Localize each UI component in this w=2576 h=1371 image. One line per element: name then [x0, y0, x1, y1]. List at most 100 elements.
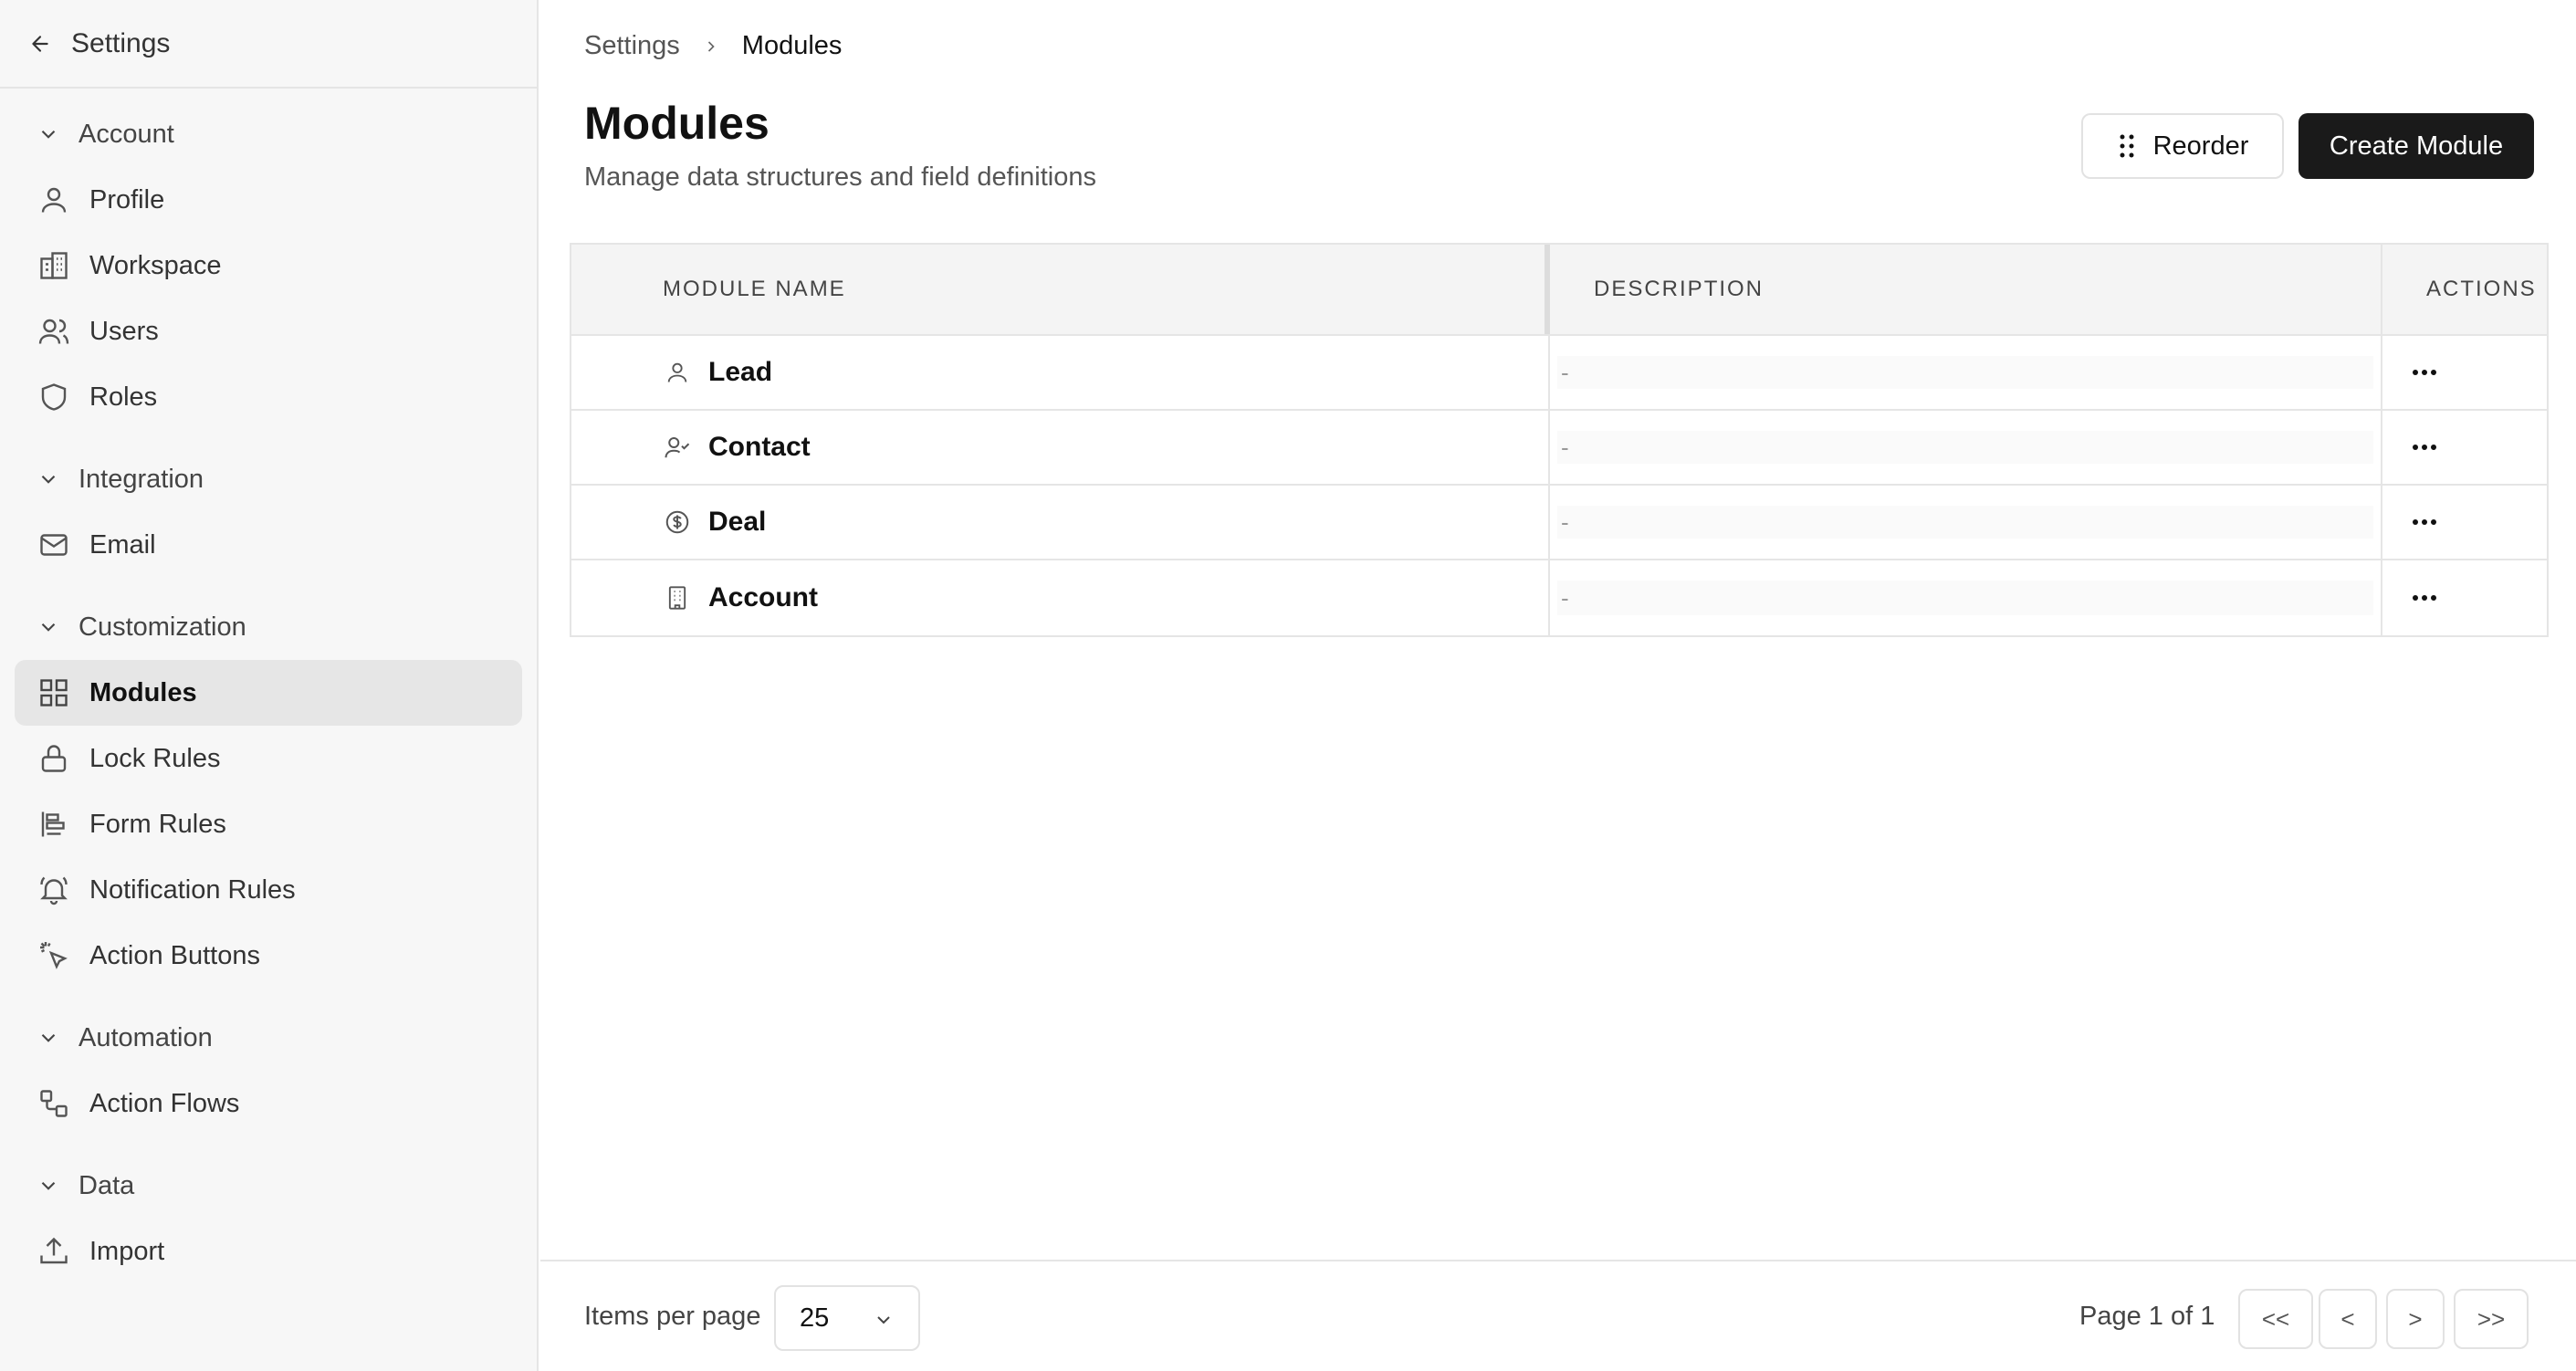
bell-icon — [37, 873, 71, 907]
more-horizontal-icon[interactable] — [2408, 438, 2441, 456]
column-header-module-name[interactable]: MODULE NAME — [571, 245, 1550, 334]
module-name-cell[interactable]: Account — [571, 560, 1550, 635]
lock-icon — [37, 741, 71, 776]
section-customization[interactable]: Customization — [0, 594, 537, 660]
items-per-page-label: Items per page — [584, 1302, 761, 1331]
sidebar-item-label: Modules — [89, 677, 197, 707]
last-page-button[interactable]: >> — [2454, 1289, 2529, 1349]
sidebar-item-lock-rules[interactable]: Lock Rules — [15, 726, 522, 791]
main-content: Settings Modules Modules Manage data str… — [540, 0, 2576, 1371]
chevron-down-icon — [877, 1316, 890, 1324]
chevron-down-icon — [41, 1181, 56, 1190]
page-info: Page 1 of 1 — [2079, 1302, 2215, 1331]
sidebar-item-profile[interactable]: Profile — [15, 167, 522, 233]
more-horizontal-icon[interactable] — [2408, 513, 2441, 531]
sidebar-item-form-rules[interactable]: Form Rules — [15, 791, 522, 857]
sidebar-item-label: Import — [89, 1236, 165, 1266]
sidebar-item-action-flows[interactable]: Action Flows — [15, 1071, 522, 1136]
module-name-cell[interactable]: Lead — [571, 336, 1550, 409]
align-left-icon — [37, 807, 71, 842]
first-page-button[interactable]: << — [2238, 1289, 2313, 1349]
description-cell: - — [1550, 336, 2382, 409]
module-name: Account — [708, 582, 818, 612]
items-per-page-value: 25 — [800, 1303, 830, 1333]
sidebar-item-label: Workspace — [89, 250, 222, 280]
table-header: MODULE NAME DESCRIPTION ACTIONS — [571, 245, 2547, 336]
description-text: - — [1561, 583, 1569, 612]
table-row[interactable]: Account - — [571, 560, 2547, 635]
section-automation[interactable]: Automation — [0, 1005, 537, 1071]
actions-cell — [2382, 560, 2547, 635]
grid-icon — [37, 675, 71, 710]
column-header-actions: ACTIONS — [2426, 277, 2537, 301]
items-per-page-select[interactable]: 25 — [774, 1285, 920, 1351]
sidebar-item-label: Notification Rules — [89, 874, 296, 905]
column-header-description[interactable]: DESCRIPTION — [1550, 245, 2382, 334]
section-data[interactable]: Data — [0, 1153, 537, 1219]
module-name: Contact — [708, 432, 811, 462]
table-row[interactable]: Deal - — [571, 486, 2547, 560]
table-row[interactable]: Lead - — [571, 336, 2547, 411]
arrow-left-icon[interactable] — [27, 31, 53, 57]
module-name: Deal — [708, 507, 767, 537]
page-title: Modules — [584, 98, 770, 149]
module-name-cell[interactable]: Deal — [571, 486, 1550, 559]
pagination-footer: Items per page 25 Page 1 of 1 << < > >> — [540, 1260, 2576, 1371]
sidebar-item-label: Form Rules — [89, 809, 226, 839]
grip-vertical-icon — [2120, 134, 2134, 158]
chevron-down-icon — [41, 1033, 56, 1042]
upload-icon — [37, 1234, 71, 1269]
sidebar-item-import[interactable]: Import — [15, 1219, 522, 1284]
chevron-down-icon — [41, 130, 56, 139]
more-horizontal-icon[interactable] — [2408, 589, 2441, 607]
actions-cell — [2382, 411, 2547, 484]
section-integration[interactable]: Integration — [0, 446, 537, 512]
table-row[interactable]: Contact - — [571, 411, 2547, 486]
description-text: - — [1561, 358, 1569, 386]
more-horizontal-icon[interactable] — [2408, 363, 2441, 382]
dollar-circle-icon — [663, 508, 692, 537]
section-account[interactable]: Account — [0, 101, 537, 167]
sidebar-item-label: Profile — [89, 184, 165, 215]
breadcrumb-settings[interactable]: Settings — [584, 31, 680, 61]
sidebar-item-action-buttons[interactable]: Action Buttons — [15, 923, 522, 989]
chevron-right-icon — [707, 40, 715, 52]
page-subtitle: Manage data structures and field definit… — [584, 162, 1097, 192]
modules-table: MODULE NAME DESCRIPTION ACTIONS Lead - C… — [570, 243, 2549, 637]
section-label: Automation — [79, 1022, 213, 1052]
workflow-icon — [37, 1086, 71, 1121]
sidebar-item-modules[interactable]: Modules — [15, 660, 522, 726]
sidebar-item-workspace[interactable]: Workspace — [15, 233, 522, 298]
reorder-button[interactable]: Reorder — [2081, 113, 2284, 179]
users-icon — [37, 314, 71, 349]
sidebar-item-notification-rules[interactable]: Notification Rules — [15, 857, 522, 923]
section-label: Integration — [79, 464, 204, 494]
actions-cell — [2382, 486, 2547, 559]
actions-cell — [2382, 336, 2547, 409]
pointer-click-icon — [37, 938, 71, 973]
sidebar-item-label: Users — [89, 316, 159, 346]
prev-page-button[interactable]: < — [2319, 1289, 2377, 1349]
create-module-button[interactable]: Create Module — [2299, 113, 2534, 179]
sidebar-item-label: Email — [89, 529, 156, 560]
sidebar: Settings Account Profile Workspace Users… — [0, 0, 539, 1371]
module-name-cell[interactable]: Contact — [571, 411, 1550, 484]
shield-icon — [37, 380, 71, 414]
section-label: Customization — [79, 612, 246, 642]
sidebar-item-email[interactable]: Email — [15, 512, 522, 578]
module-name: Lead — [708, 357, 773, 387]
sidebar-item-users[interactable]: Users — [15, 298, 522, 364]
sidebar-title: Settings — [71, 27, 171, 58]
user-icon — [663, 358, 692, 387]
sidebar-item-roles[interactable]: Roles — [15, 364, 522, 430]
sidebar-item-label: Roles — [89, 382, 158, 412]
next-page-button[interactable]: > — [2386, 1289, 2445, 1349]
sidebar-header[interactable]: Settings — [0, 0, 537, 89]
chevron-down-icon — [41, 623, 56, 632]
section-label: Data — [79, 1170, 135, 1200]
sidebar-item-label: Action Flows — [89, 1088, 240, 1118]
section-label: Account — [79, 119, 174, 149]
description-cell: - — [1550, 560, 2382, 635]
breadcrumb: Settings Modules — [584, 31, 842, 61]
sidebar-item-label: Lock Rules — [89, 743, 221, 773]
